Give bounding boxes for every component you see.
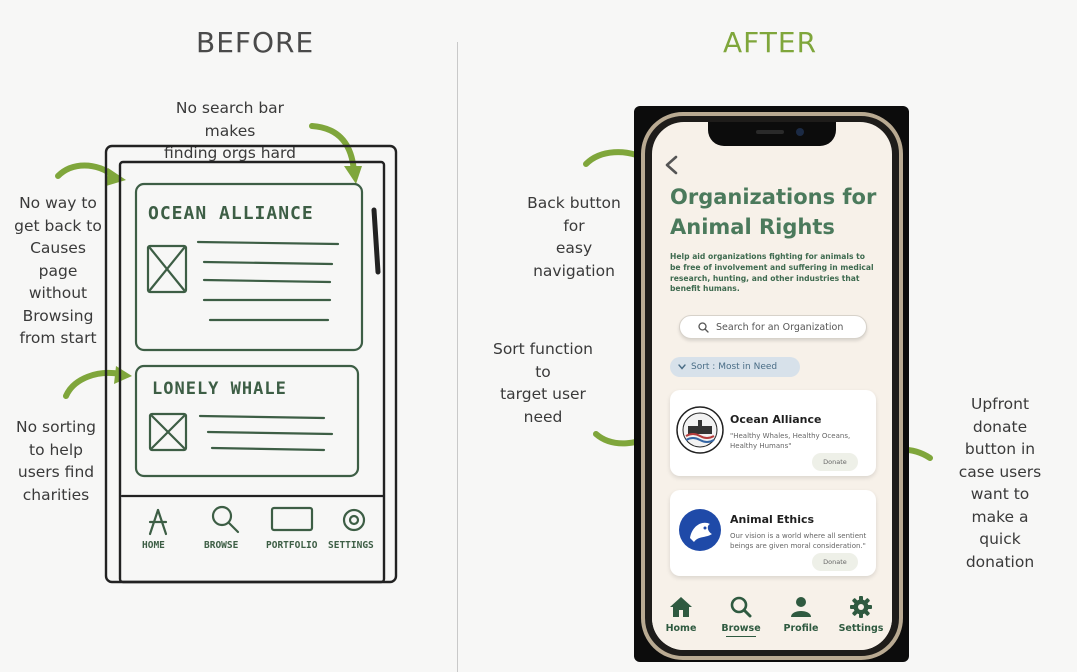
tab-settings-label: Settings	[838, 623, 884, 634]
search-icon	[698, 321, 709, 333]
sketch-gear-icon	[342, 508, 366, 532]
tab-browse-label: Browse	[721, 623, 761, 634]
sketch-nav-home: HOME	[142, 540, 165, 551]
donate-button[interactable]: Donate	[812, 553, 858, 571]
tab-browse[interactable]: Browse	[714, 596, 768, 637]
org-quote: Our vision is a world where all sentient…	[730, 532, 867, 550]
back-chevron-icon[interactable]	[662, 154, 680, 176]
page-title: Organizations for Animal Rights	[670, 185, 877, 239]
ocean-alliance-logo-icon	[676, 406, 724, 454]
tab-home-label: Home	[665, 623, 697, 634]
sketch-nav-browse: BROWSE	[204, 540, 239, 551]
camera-icon	[796, 128, 804, 136]
chevron-down-icon	[678, 364, 686, 370]
org-card-ocean-alliance[interactable]: Ocean Alliance "Healthy Whales, Healthy …	[670, 390, 876, 476]
sort-dropdown[interactable]: Sort : Most in Need	[670, 357, 800, 377]
active-tab-indicator	[726, 636, 756, 637]
tab-home[interactable]: Home	[654, 596, 708, 634]
donate-button[interactable]: Donate	[812, 453, 858, 471]
search-input[interactable]: Search for an Organization	[679, 315, 867, 339]
phone-screen: Organizations for Animal Rights Help aid…	[652, 122, 892, 650]
org-quote: "Healthy Whales, Healthy Oceans, Healthy…	[730, 432, 851, 450]
animal-ethics-logo-icon	[679, 509, 721, 551]
org-card-animal-ethics[interactable]: Animal Ethics Our vision is a world wher…	[670, 490, 876, 576]
tab-profile[interactable]: Profile	[774, 596, 828, 634]
gear-icon	[850, 596, 872, 618]
bottom-tab-bar: Home Browse Profile Settings	[652, 588, 892, 650]
sketch-nav-portfolio: PORTFOLIO	[266, 540, 318, 551]
home-icon	[670, 597, 692, 617]
speaker-grill	[756, 130, 784, 134]
tab-profile-label: Profile	[783, 623, 819, 634]
sketch-card1-title: OCEAN ALLIANCE	[148, 203, 314, 224]
org-name: Animal Ethics	[730, 513, 815, 526]
phone-notch	[708, 122, 836, 146]
search-placeholder: Search for an Organization	[716, 321, 844, 333]
tab-settings[interactable]: Settings	[834, 596, 888, 634]
sketch-nav-settings: SETTINGS	[328, 540, 374, 551]
sort-label: Sort : Most in Need	[691, 362, 778, 372]
user-icon	[791, 597, 811, 617]
sketch-card2-title: LONELY WHALE	[152, 379, 287, 399]
sketch-portfolio-icon	[270, 506, 314, 532]
org-name: Ocean Alliance	[730, 413, 822, 426]
search-icon	[730, 596, 752, 618]
page-description: Help aid organizations fighting for anim…	[670, 252, 874, 294]
